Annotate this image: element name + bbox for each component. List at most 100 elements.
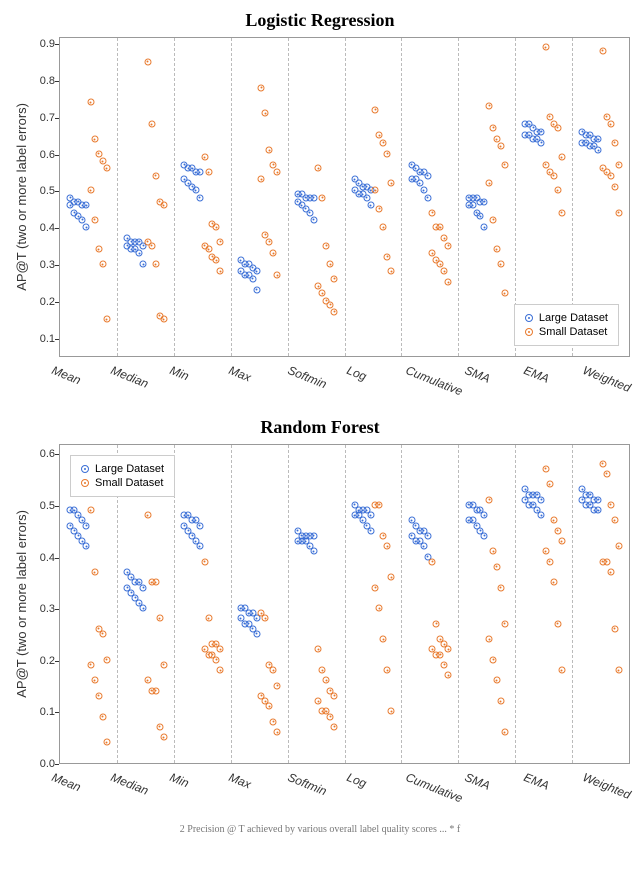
- data-point-small: [486, 496, 493, 503]
- data-point-small: [217, 667, 224, 674]
- chart-1-ytick-6: 0.6: [40, 448, 55, 460]
- chart-1-ytick-2: 0.2: [40, 655, 55, 667]
- chart-0-xtick-3: Max: [227, 363, 253, 384]
- category-separator: [572, 445, 573, 763]
- chart-1-xtick-2: Min: [168, 770, 191, 790]
- data-point-small: [611, 517, 618, 524]
- data-point-small: [486, 636, 493, 643]
- data-point-small: [331, 723, 338, 730]
- chart-1-xtick-1: Median: [109, 770, 151, 798]
- data-point-small: [103, 316, 110, 323]
- category-separator: [231, 38, 232, 356]
- data-point-small: [274, 729, 281, 736]
- data-point-small: [327, 301, 334, 308]
- category-separator: [288, 38, 289, 356]
- data-point-small: [148, 121, 155, 128]
- data-point-small: [270, 250, 277, 257]
- data-point-large: [249, 275, 256, 282]
- chart-1-plot-area: Large Dataset Small Dataset: [59, 444, 630, 764]
- data-point-large: [420, 543, 427, 550]
- data-point-small: [160, 734, 167, 741]
- data-point-small: [558, 154, 565, 161]
- data-point-large: [367, 527, 374, 534]
- data-point-large: [424, 194, 431, 201]
- data-point-large: [481, 198, 488, 205]
- data-point-large: [196, 194, 203, 201]
- category-separator: [117, 38, 118, 356]
- data-point-small: [323, 677, 330, 684]
- data-point-small: [380, 532, 387, 539]
- data-point-small: [611, 183, 618, 190]
- data-point-large: [253, 630, 260, 637]
- data-point-large: [253, 268, 260, 275]
- data-point-small: [490, 124, 497, 131]
- data-point-small: [217, 268, 224, 275]
- data-point-small: [274, 682, 281, 689]
- category-separator: [345, 38, 346, 356]
- chart-0-ytick-8: 0.9: [40, 38, 55, 50]
- data-point-small: [327, 261, 334, 268]
- chart-1-ytick-1: 0.1: [40, 706, 55, 718]
- data-point-small: [266, 147, 273, 154]
- data-point-large: [196, 522, 203, 529]
- chart-0-legend: Large DatasetSmall Dataset: [514, 304, 619, 346]
- legend-label-0: Large Dataset: [95, 463, 164, 475]
- data-point-large: [363, 194, 370, 201]
- data-point-small: [497, 698, 504, 705]
- data-point-large: [83, 224, 90, 231]
- data-point-small: [274, 169, 281, 176]
- data-point-small: [99, 158, 106, 165]
- data-point-small: [554, 620, 561, 627]
- data-point-small: [493, 563, 500, 570]
- data-point-small: [372, 106, 379, 113]
- data-point-small: [384, 667, 391, 674]
- chart-1-xtick-4: Softmin: [286, 770, 329, 798]
- data-point-small: [217, 238, 224, 245]
- data-point-small: [152, 261, 159, 268]
- legend-label-0: Large Dataset: [539, 312, 608, 324]
- data-point-small: [99, 630, 106, 637]
- legend-label-1: Small Dataset: [95, 477, 163, 489]
- legend-marker-large: [81, 465, 89, 473]
- data-point-small: [490, 656, 497, 663]
- data-point-small: [266, 703, 273, 710]
- chart-0-xtick-9: Weighted: [581, 363, 633, 395]
- chart-1-ytick-4: 0.4: [40, 552, 55, 564]
- chart-0-ytick-0: 0.1: [40, 333, 55, 345]
- data-point-small: [205, 615, 212, 622]
- chart-1-xtick-5: Log: [345, 770, 369, 790]
- chart-0-ytick-5: 0.6: [40, 149, 55, 161]
- legend-marker-large: [525, 314, 533, 322]
- chart-0-title: Logistic Regression: [10, 10, 630, 31]
- data-point-small: [213, 257, 220, 264]
- category-separator: [345, 445, 346, 763]
- data-point-large: [538, 139, 545, 146]
- data-point-small: [213, 224, 220, 231]
- data-point-small: [99, 261, 106, 268]
- chart-0-ytick-6: 0.7: [40, 112, 55, 124]
- data-point-small: [91, 569, 98, 576]
- data-point-small: [603, 558, 610, 565]
- data-point-large: [420, 187, 427, 194]
- chart-1-xtick-9: Weighted: [581, 770, 633, 802]
- data-point-small: [205, 169, 212, 176]
- data-point-small: [201, 558, 208, 565]
- data-point-large: [595, 136, 602, 143]
- data-point-small: [607, 121, 614, 128]
- chart-0-ytick-2: 0.3: [40, 259, 55, 271]
- data-point-large: [140, 584, 147, 591]
- data-point-small: [217, 646, 224, 653]
- data-point-small: [546, 558, 553, 565]
- chart-1-xtick-0: Mean: [50, 770, 83, 794]
- data-point-small: [493, 136, 500, 143]
- category-separator: [401, 445, 402, 763]
- data-point-small: [441, 235, 448, 242]
- chart-0-xtick-2: Min: [168, 363, 191, 383]
- data-point-small: [376, 501, 383, 508]
- data-point-large: [253, 286, 260, 293]
- data-point-small: [315, 283, 322, 290]
- data-point-small: [558, 667, 565, 674]
- data-point-large: [196, 169, 203, 176]
- chart-1-ylabel: AP@T (two or more label errors): [10, 510, 29, 698]
- chart-1-container: Random ForestAP@T (two or more label err…: [10, 417, 630, 814]
